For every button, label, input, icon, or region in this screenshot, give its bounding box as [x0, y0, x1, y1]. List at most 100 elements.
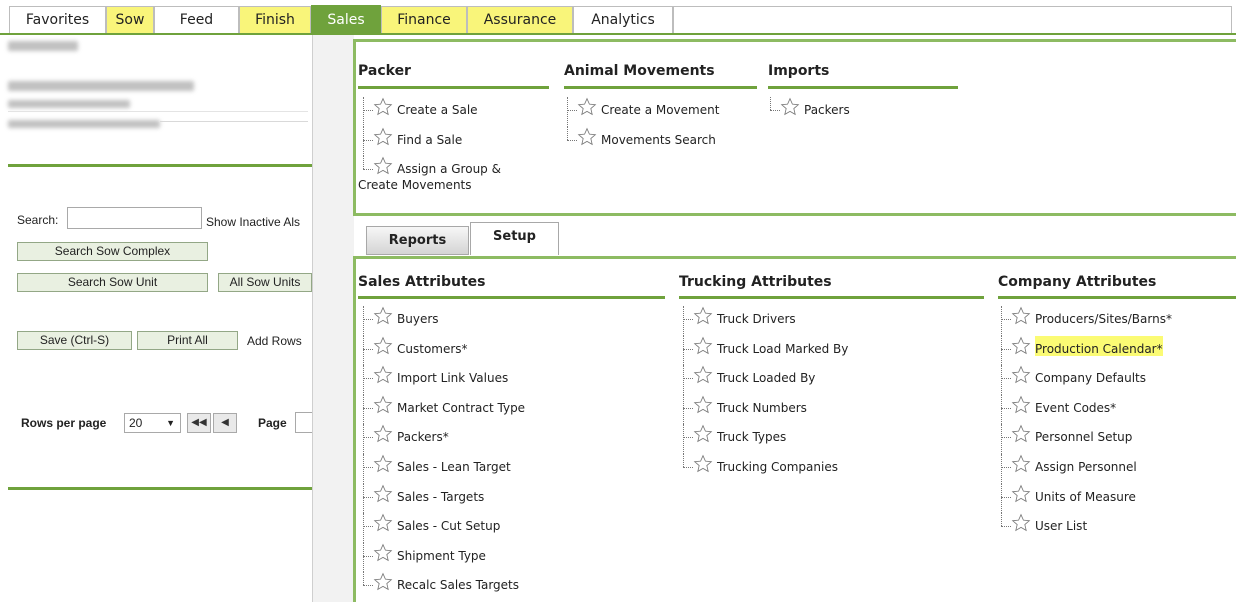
star-outline-icon[interactable] [373, 97, 393, 117]
tab-setup[interactable]: Setup [470, 222, 559, 255]
print-all-button[interactable]: Print All [137, 331, 238, 350]
list-item[interactable]: Buyers [363, 306, 525, 336]
company-logo [8, 41, 78, 51]
star-outline-icon[interactable] [373, 454, 393, 474]
list-item[interactable]: Import Link Values [363, 365, 525, 395]
star-outline-icon[interactable] [373, 156, 393, 176]
all-sow-units-button[interactable]: All Sow Units [218, 273, 312, 292]
star-outline-icon[interactable] [1011, 424, 1031, 444]
list-item[interactable]: Create a Movement [567, 97, 719, 127]
tab-analytics[interactable]: Analytics [573, 6, 673, 33]
animal-movements-underline [564, 86, 757, 89]
star-outline-icon[interactable] [373, 543, 393, 563]
panel-splitter[interactable] [312, 35, 354, 602]
star-outline-icon[interactable] [1011, 336, 1031, 356]
tab-reports[interactable]: Reports [366, 226, 469, 255]
star-outline-icon[interactable] [693, 306, 713, 326]
tab-finance[interactable]: Finance [381, 6, 467, 33]
list-item[interactable]: Movements Search [567, 126, 719, 157]
page-number-input[interactable] [295, 412, 312, 433]
rows-per-page-label: Rows per page [21, 416, 107, 430]
list-item[interactable]: Personnel Setup [1001, 424, 1172, 454]
list-item[interactable]: Sales - Targets [363, 483, 525, 514]
tab-sales[interactable]: Sales [311, 5, 381, 34]
star-outline-icon[interactable] [1011, 513, 1031, 533]
list-item[interactable]: Trucking Companies [683, 453, 848, 484]
star-outline-icon[interactable] [693, 336, 713, 356]
first-page-icon[interactable]: ◀◀ [187, 413, 211, 433]
star-outline-icon[interactable] [373, 424, 393, 444]
tab-feed[interactable]: Feed [154, 6, 239, 33]
list-item[interactable]: Sales - Lean Target [363, 453, 525, 484]
tab-assurance[interactable]: Assurance [467, 6, 573, 33]
tab-favorites[interactable]: Favorites [9, 6, 106, 33]
list-item[interactable]: Market Contract Type [363, 394, 525, 425]
star-outline-icon[interactable] [373, 484, 393, 504]
star-outline-icon[interactable] [693, 454, 713, 474]
list-item[interactable]: Producers/Sites/Barns* [1001, 306, 1172, 336]
animal-movements-title: Animal Movements [564, 63, 715, 79]
star-outline-icon[interactable] [1011, 484, 1031, 504]
list-item[interactable]: Create a Sale [363, 97, 501, 127]
nav-tail [673, 6, 1232, 33]
search-sow-complex-button[interactable]: Search Sow Complex [17, 242, 208, 261]
list-item[interactable]: Packers* [363, 424, 525, 454]
star-outline-icon[interactable] [1011, 454, 1031, 474]
search-label: Search: [17, 213, 59, 227]
divider [160, 121, 308, 122]
chevron-down-icon: ▼ [166, 418, 175, 428]
list-item[interactable]: Truck Load Marked By [683, 335, 848, 366]
list-item[interactable]: Assign Personnel [1001, 453, 1172, 484]
sales-attributes-title: Sales Attributes [358, 274, 486, 290]
list-item[interactable]: Truck Numbers [683, 394, 848, 425]
tab-sow[interactable]: Sow [106, 6, 154, 33]
list-item[interactable]: Shipment Type [363, 542, 525, 573]
star-outline-icon[interactable] [373, 513, 393, 533]
list-item[interactable]: Customers* [363, 335, 525, 366]
section-divider [8, 487, 312, 490]
trucking-attributes-underline [679, 296, 984, 299]
search-input[interactable] [67, 207, 202, 229]
star-outline-icon[interactable] [1011, 365, 1031, 385]
list-item[interactable]: Units of Measure [1001, 483, 1172, 514]
list-item[interactable]: Company Defaults [1001, 365, 1172, 395]
divider [8, 111, 308, 112]
star-outline-icon[interactable] [373, 365, 393, 385]
trucking-attributes-list: Truck Drivers Truck Load Marked By Truck… [683, 306, 848, 484]
list-item[interactable]: Truck Drivers [683, 306, 848, 336]
star-outline-icon[interactable] [1011, 306, 1031, 326]
list-item[interactable]: Event Codes* [1001, 394, 1172, 425]
star-outline-icon[interactable] [693, 365, 713, 385]
list-item[interactable]: Assign a Group & Create Movements [358, 156, 501, 196]
save-button[interactable]: Save (Ctrl-S) [17, 331, 132, 350]
star-outline-icon[interactable] [693, 395, 713, 415]
imports-title: Imports [768, 63, 830, 79]
list-item[interactable]: Find a Sale [363, 126, 501, 157]
list-item[interactable]: User List [1001, 513, 1172, 543]
star-outline-icon[interactable] [373, 395, 393, 415]
list-item[interactable]: Truck Types [683, 424, 848, 454]
star-outline-icon[interactable] [373, 306, 393, 326]
tab-finish[interactable]: Finish [239, 6, 311, 33]
list-item[interactable]: Packers [770, 97, 850, 127]
list-item[interactable]: Production Calendar* [1001, 335, 1172, 366]
star-outline-icon[interactable] [577, 127, 597, 147]
star-outline-icon[interactable] [373, 336, 393, 356]
sales-attributes-list: Buyers Customers* Import Link Values Mar… [363, 306, 525, 602]
animal-movements-list: Create a Movement Movements Search [567, 97, 719, 156]
previous-page-icon[interactable]: ◀ [213, 413, 237, 433]
star-outline-icon[interactable] [373, 572, 393, 592]
list-item[interactable]: Recalc Sales Targets [363, 572, 525, 602]
list-item-continuation: Create Movements [358, 178, 472, 193]
star-outline-icon[interactable] [780, 97, 800, 117]
list-item[interactable]: Sales - Cut Setup [363, 513, 525, 543]
page-label: Page [258, 416, 287, 430]
star-outline-icon[interactable] [373, 127, 393, 147]
section-divider [8, 164, 312, 167]
star-outline-icon[interactable] [577, 97, 597, 117]
search-sow-unit-button[interactable]: Search Sow Unit [17, 273, 208, 292]
list-item[interactable]: Truck Loaded By [683, 365, 848, 395]
star-outline-icon[interactable] [1011, 395, 1031, 415]
star-outline-icon[interactable] [693, 424, 713, 444]
rows-per-page-select[interactable]: 20 ▼ [124, 413, 181, 433]
